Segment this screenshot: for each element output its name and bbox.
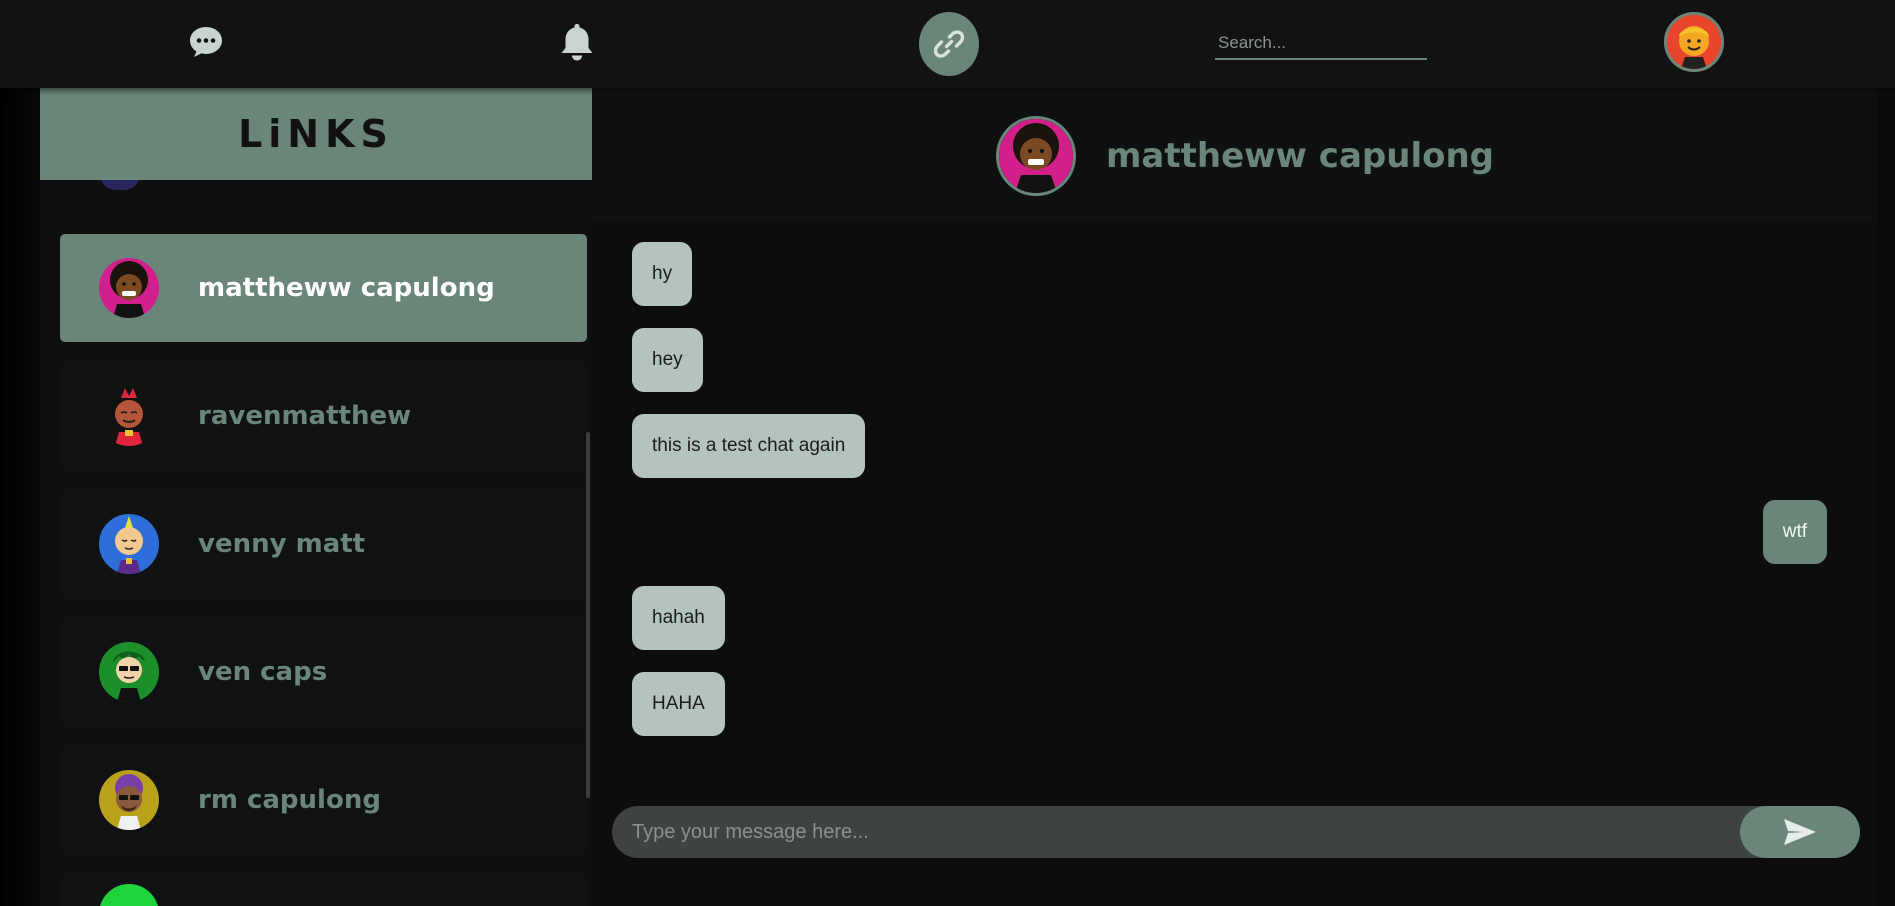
chat-bubble-icon[interactable] (186, 24, 226, 60)
chat-partner-avatar (996, 116, 1076, 196)
message-bubble-sent: wtf (1762, 500, 1827, 564)
sidebar-title: LiNKS (238, 112, 394, 156)
page-left-edge (0, 88, 40, 906)
profile-avatar[interactable] (1664, 12, 1724, 72)
contact-name: ravenmatthew (198, 401, 412, 431)
contact-item[interactable]: ravenmatthew (60, 362, 587, 470)
contact-name: ven caps (198, 657, 328, 687)
contact-name: rm capulong (198, 785, 381, 815)
contact-item[interactable]: rm capulong (60, 746, 587, 854)
contact-name: mattheww capulong (198, 273, 495, 303)
contact-avatar (99, 884, 159, 906)
send-button[interactable] (1740, 806, 1860, 858)
contact-avatar (99, 770, 159, 830)
message-input[interactable] (632, 806, 1722, 858)
chat-header: mattheww capulong (592, 88, 1877, 222)
chat-panel: mattheww capulong hy hey this is a test … (592, 88, 1877, 906)
sidebar-scrollbar[interactable] (586, 432, 590, 798)
contact-item[interactable]: mattheww capulong (60, 234, 587, 342)
chat-partner-name: mattheww capulong (1106, 136, 1494, 176)
link-icon[interactable] (919, 12, 979, 76)
message-bubble-received: HAHA (632, 672, 725, 736)
search-input[interactable] (1215, 28, 1427, 58)
contact-name: venny matt (198, 529, 366, 559)
message-bubble-received: this is a test chat again (632, 414, 866, 478)
message-composer (612, 806, 1860, 858)
contacts-sidebar: LiNKS mattheww capulong ravenmatthew ven… (40, 88, 592, 906)
message-bubble-received: hahah (632, 586, 725, 650)
send-icon (1784, 819, 1816, 845)
contact-avatar (99, 258, 159, 318)
contact-avatar (99, 514, 159, 574)
top-navbar (0, 0, 1895, 88)
bell-icon[interactable] (557, 20, 597, 64)
contact-item-partial[interactable] (60, 874, 587, 906)
contact-avatar (99, 642, 159, 702)
message-bubble-received: hy (632, 242, 693, 306)
message-bubble-received: hey (632, 328, 703, 392)
contact-avatar (99, 386, 159, 446)
contact-item[interactable]: venny matt (60, 490, 587, 598)
contact-item[interactable]: ven caps (60, 618, 587, 726)
search-bar (1215, 28, 1427, 60)
sidebar-header: LiNKS (40, 88, 592, 180)
